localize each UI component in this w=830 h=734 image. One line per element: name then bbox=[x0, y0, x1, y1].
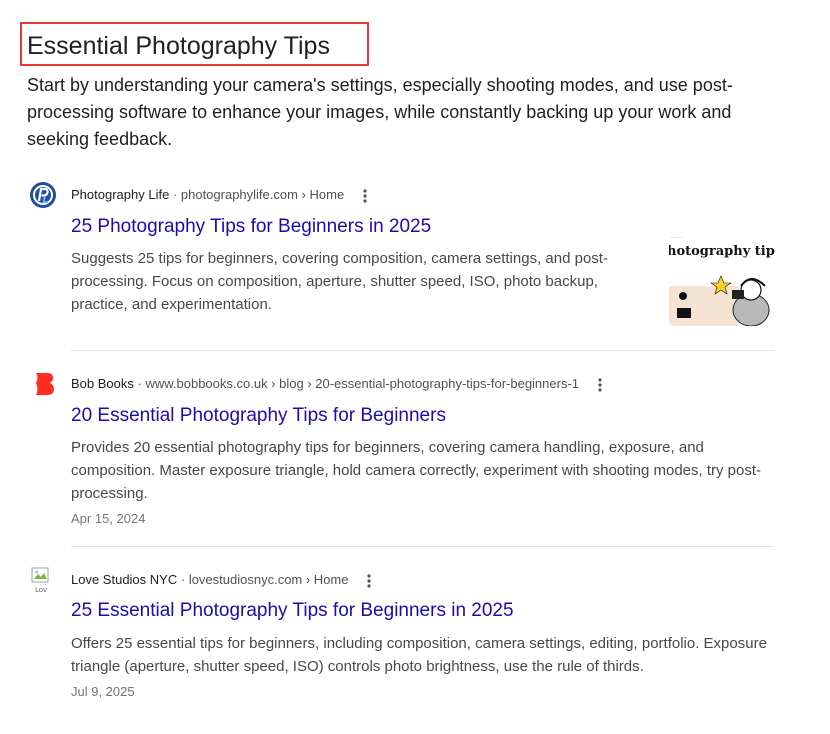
page-title: Essential Photography Tips bbox=[27, 32, 330, 60]
source-name: Love Studios NYC bbox=[71, 572, 178, 587]
breadcrumb[interactable]: www.bobbooks.co.uk › blog › 20-essential… bbox=[145, 376, 579, 391]
result-date: Apr 15, 2024 bbox=[71, 511, 146, 526]
bob-books-icon[interactable] bbox=[29, 369, 57, 397]
result-snippet: Provides 20 essential photography tips f… bbox=[71, 439, 762, 502]
result-source: Photography Life · photographylife.com ›… bbox=[71, 186, 372, 205]
search-results-page: Essential Photography Tips Start by unde… bbox=[0, 0, 830, 734]
source-name: Bob Books bbox=[71, 376, 134, 391]
result-snippet: Offers 25 essential tips for beginners, … bbox=[71, 635, 767, 675]
svg-text:·······: ······· bbox=[671, 235, 683, 241]
result-source: Love Studios NYC · lovestudiosnyc.com › … bbox=[71, 571, 376, 590]
source-separator: · bbox=[172, 187, 181, 202]
source-name: Photography Life bbox=[71, 187, 170, 202]
svg-text:Lov: Lov bbox=[35, 586, 47, 593]
more-options-icon[interactable] bbox=[358, 187, 372, 205]
photography-life-icon[interactable] bbox=[29, 181, 57, 209]
result-thumbnail[interactable]: ······· hotography tips bbox=[669, 228, 775, 326]
source-separator: · bbox=[180, 572, 189, 587]
result-divider bbox=[71, 546, 774, 547]
breadcrumb[interactable]: lovestudiosnyc.com › Home bbox=[189, 572, 349, 587]
result-date: Jul 9, 2025 bbox=[71, 684, 135, 699]
result-snippet: Suggests 25 tips for beginners, covering… bbox=[71, 250, 608, 313]
result-title-link[interactable]: 25 Essential Photography Tips for Beginn… bbox=[71, 599, 514, 623]
breadcrumb[interactable]: photographylife.com › Home bbox=[181, 187, 344, 202]
result-title-link[interactable]: 20 Essential Photography Tips for Beginn… bbox=[71, 404, 446, 428]
broken-image-icon[interactable]: Lov bbox=[29, 565, 57, 594]
more-options-icon[interactable] bbox=[362, 572, 376, 590]
result-divider bbox=[71, 350, 774, 351]
thumbnail-text: hotography tips bbox=[669, 244, 775, 259]
ai-summary: Start by understanding your camera's set… bbox=[27, 75, 733, 149]
result-title-link[interactable]: 25 Photography Tips for Beginners in 202… bbox=[71, 215, 431, 239]
result-source: Bob Books · www.bobbooks.co.uk › blog › … bbox=[71, 375, 607, 394]
more-options-icon[interactable] bbox=[593, 376, 607, 394]
